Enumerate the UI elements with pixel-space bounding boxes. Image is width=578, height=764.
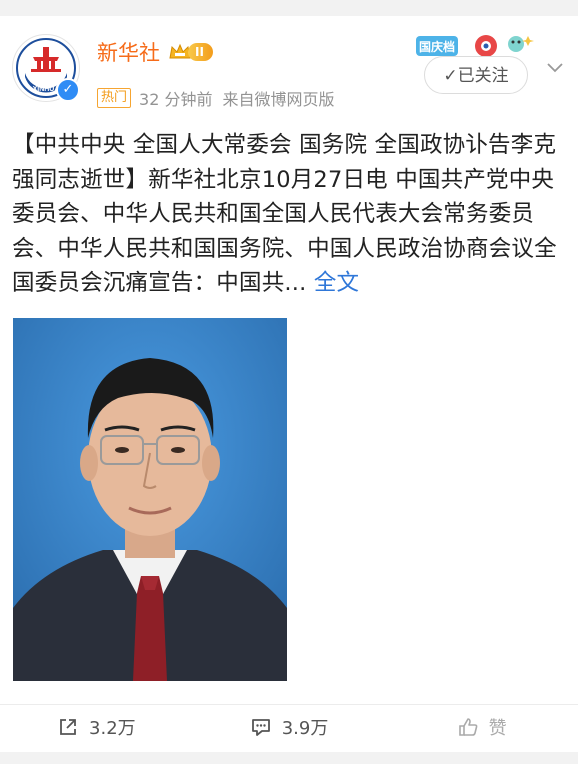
post-meta: 热门 32 分钟前 来自微博网页版 bbox=[97, 86, 334, 110]
comment-icon bbox=[251, 719, 270, 736]
action-bar: 3.2万 3.9万 赞 bbox=[0, 704, 578, 749]
repost-count: 3.2万 bbox=[89, 718, 136, 739]
post-body: 【中共中央 全国人大常委会 国务院 全国政协讣告李克强同志逝世】新华社北京10月… bbox=[12, 132, 557, 296]
post-source: 来自微博网页版 bbox=[222, 90, 335, 109]
post-time: 32 分钟前 bbox=[139, 90, 213, 109]
thumbs-up-icon bbox=[458, 718, 478, 736]
member-level-badge[interactable]: II bbox=[168, 42, 213, 62]
chevron-down-icon[interactable] bbox=[544, 56, 566, 78]
author-row: 新华社 II bbox=[97, 38, 213, 66]
post-text: 【中共中央 全国人大常委会 国务院 全国政协讣告李克强同志逝世】新华社北京10月… bbox=[12, 128, 562, 301]
repost-button[interactable]: 3.2万 bbox=[0, 705, 193, 749]
post-image[interactable] bbox=[13, 318, 287, 681]
like-label: 赞 bbox=[488, 718, 507, 739]
hot-tag: 热门 bbox=[97, 88, 132, 108]
portrait-photo bbox=[13, 318, 287, 681]
svg-text:国庆档: 国庆档 bbox=[419, 39, 455, 54]
follow-button[interactable]: ✓已关注 bbox=[424, 56, 528, 94]
comment-count: 3.9万 bbox=[281, 718, 329, 739]
share-icon bbox=[60, 719, 76, 735]
author-name[interactable]: 新华社 bbox=[97, 37, 160, 67]
comment-button[interactable]: 3.9万 bbox=[193, 705, 386, 749]
like-button[interactable]: 赞 bbox=[385, 705, 578, 749]
member-level: II bbox=[188, 43, 213, 61]
full-text-link[interactable]: 全文 bbox=[314, 270, 359, 296]
verified-badge-icon: ✓ bbox=[56, 78, 80, 102]
